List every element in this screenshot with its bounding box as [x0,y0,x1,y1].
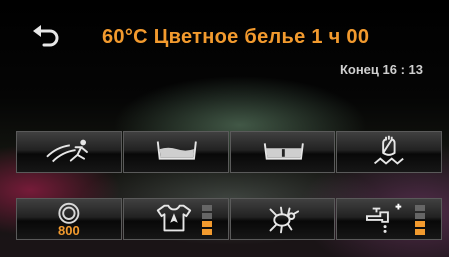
level-segment-active [201,221,212,227]
tshirt-soil-icon [156,204,191,232]
level-segment-active [415,221,425,227]
extra-rinse-button[interactable] [336,198,442,240]
rinse-level-indicator [415,205,425,235]
washer-display: 60°C Цветное белье 1 ч 00 Конец 16 : 13 [0,0,449,257]
water-plus-icon [156,141,197,160]
options-row-1 [16,131,442,173]
quick-wash-button[interactable] [16,131,122,173]
intensive-button[interactable] [229,131,336,173]
water-plus-button[interactable] [122,131,229,173]
hand-wash-button[interactable] [336,131,442,173]
level-segment-active [201,229,212,235]
allergy-button[interactable] [229,198,336,240]
level-segment [415,205,425,211]
level-segment [201,205,212,211]
spin-speed-button[interactable]: 800 [16,198,122,240]
spin-speed-value: 800 [58,223,80,238]
back-arrow-icon [33,25,59,47]
quick-wash-runner-icon [46,139,88,163]
soil-level-button[interactable] [122,198,229,240]
level-segment-active [415,229,425,235]
intensive-tub-icon [263,143,304,160]
program-title: 60°C Цветное белье 1 ч 00 [102,26,370,48]
level-segment [415,213,425,219]
level-segment [201,213,212,219]
end-time-label: Конец 16 : 13 [339,62,423,77]
options-row-2: 800 [16,198,442,240]
back-button[interactable] [26,22,66,54]
allergy-mite-icon [269,206,299,234]
hand-wash-icon [374,135,405,165]
extra-rinse-icon [366,203,402,233]
soil-level-indicator [201,205,212,235]
